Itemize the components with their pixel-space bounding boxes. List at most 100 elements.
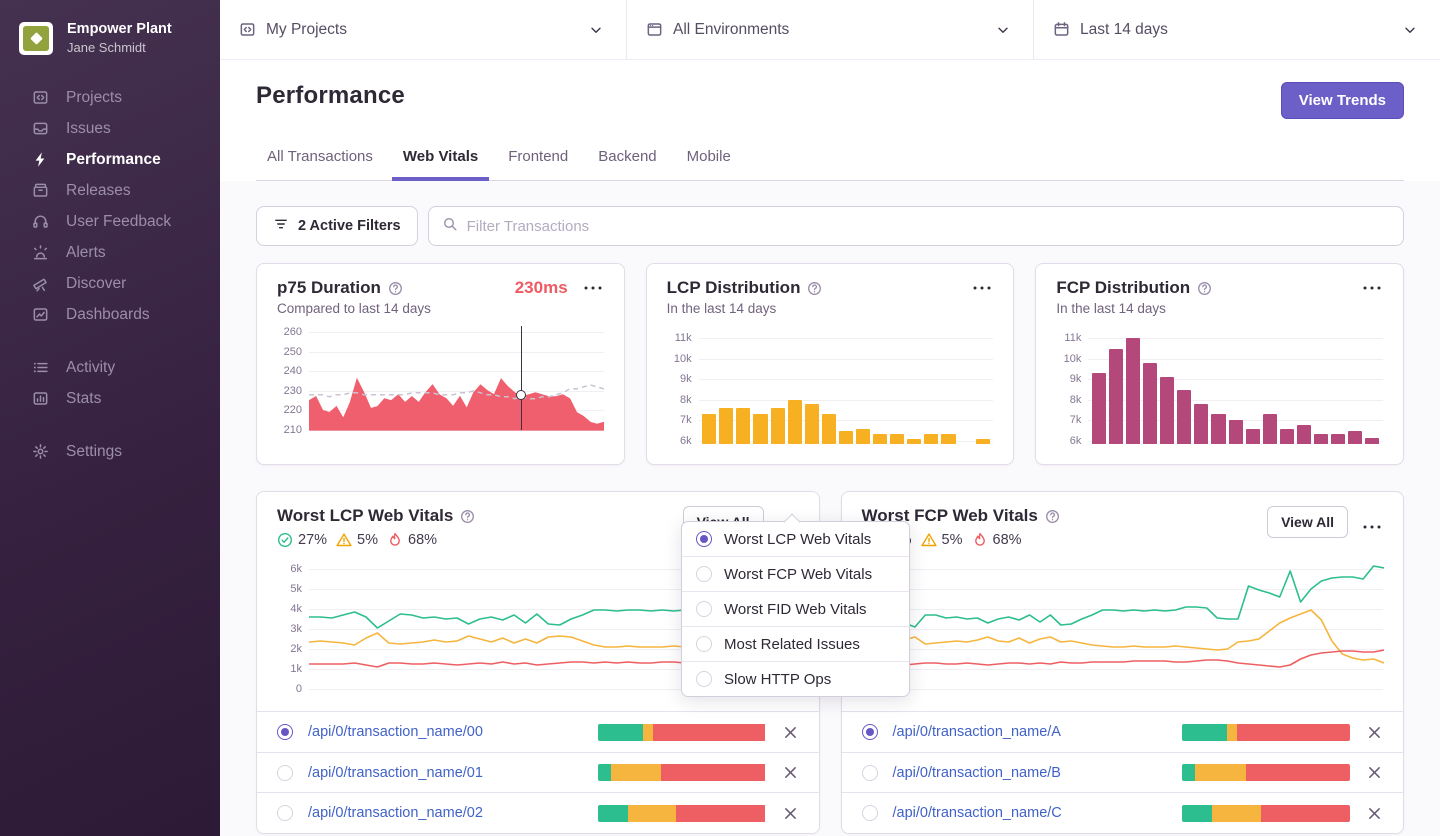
tab-frontend[interactable]: Frontend <box>497 139 579 181</box>
transaction-radio[interactable] <box>861 724 878 741</box>
transaction-link[interactable]: /api/0/transaction_name/02 <box>308 805 483 821</box>
transaction-list: /api/0/transaction_name/A/api/0/transact… <box>841 711 1403 833</box>
close-icon[interactable] <box>1366 764 1383 781</box>
close-icon[interactable] <box>782 764 799 781</box>
fcp-distribution-chart: 11k 10k 9k 8k 7k 6k <box>1056 326 1383 447</box>
radio-button <box>696 531 712 547</box>
axis-tick-label: 2k <box>290 642 302 655</box>
menu-item-worst-lcp-web-vitals[interactable]: Worst LCP Web Vitals <box>682 522 909 556</box>
card-title: FCP Distribution <box>1056 278 1191 297</box>
lcp-distribution-card: LCP Distribution In the last 14 days 11k… <box>645 263 1015 465</box>
transaction-link[interactable]: /api/0/transaction_name/01 <box>308 765 483 781</box>
vitals-breakdown-bar <box>597 723 766 741</box>
date-filter-label: Last 14 days <box>1080 20 1168 38</box>
ellipsis-icon[interactable] <box>582 280 604 296</box>
tab-all-transactions[interactable]: All Transactions <box>256 139 384 181</box>
transaction-link[interactable]: /api/0/transaction_name/A <box>893 724 1061 740</box>
help-icon[interactable] <box>460 509 475 524</box>
transaction-link[interactable]: /api/0/transaction_name/C <box>893 805 1062 821</box>
close-icon[interactable] <box>782 805 799 822</box>
vitals-breakdown-bar <box>1182 764 1350 782</box>
warning-triangle-icon <box>336 532 352 548</box>
project-filter-dropdown[interactable]: My Projects <box>220 0 627 59</box>
vitals-breakdown-bar <box>597 764 766 782</box>
date-filter-dropdown[interactable]: Last 14 days <box>1034 0 1440 59</box>
axis-tick-label: 8k <box>680 393 692 406</box>
vitals-display-menu: Worst LCP Web Vitals Worst FCP Web Vitals… <box>681 521 910 697</box>
axis-tick-label: 0 <box>295 683 302 695</box>
view-all-button[interactable]: View All <box>1267 506 1348 538</box>
calendar-icon <box>1053 21 1070 38</box>
histogram-bar <box>1126 338 1141 444</box>
discover-icon <box>31 275 49 293</box>
transaction-radio[interactable] <box>861 764 878 781</box>
hover-marker-dot <box>516 389 527 400</box>
transaction-radio[interactable] <box>861 805 878 822</box>
projects-icon <box>31 89 49 107</box>
histogram-bar <box>1211 414 1226 444</box>
performance-icon <box>31 151 49 169</box>
transaction-link[interactable]: /api/0/transaction_name/B <box>893 765 1061 781</box>
help-icon[interactable] <box>807 281 822 296</box>
tab-web-vitals[interactable]: Web Vitals <box>391 139 490 181</box>
search-input[interactable] <box>466 217 1390 235</box>
histogram-bar <box>1108 348 1124 444</box>
axis-tick-label: 1k <box>290 662 302 675</box>
menu-item-worst-fid-web-vitals[interactable]: Worst FID Web Vitals <box>682 591 909 626</box>
transaction-radio[interactable] <box>277 805 293 822</box>
ellipsis-icon[interactable] <box>1361 519 1383 535</box>
sidebar-item-user-feedback[interactable]: User Feedback <box>0 206 220 237</box>
tab-mobile[interactable]: Mobile <box>676 139 742 181</box>
help-icon[interactable] <box>1197 281 1212 296</box>
axis-tick-label: 250 <box>283 345 302 358</box>
sidebar-item-dashboards[interactable]: Dashboards <box>0 299 220 330</box>
sidebar-item-releases[interactable]: Releases <box>0 175 220 206</box>
menu-item-most-related-issues[interactable]: Most Related Issues <box>682 626 909 661</box>
environment-filter-dropdown[interactable]: All Environments <box>627 0 1034 59</box>
histogram-bar <box>1348 430 1363 444</box>
histogram-bar <box>736 408 751 444</box>
lcp-distribution-chart: 11k 10k 9k 8k 7k 6k <box>667 326 994 447</box>
transaction-radio[interactable] <box>277 724 293 741</box>
help-icon[interactable] <box>1045 509 1060 524</box>
worst-fcp-chart: 6k5k4k3k2k1k0 <box>862 558 1384 696</box>
close-icon[interactable] <box>1366 724 1383 741</box>
sidebar-item-performance[interactable]: Performance <box>0 144 220 175</box>
menu-item-slow-http-ops[interactable]: Slow HTTP Ops <box>682 661 909 696</box>
axis-tick-label: 9k <box>1069 373 1082 386</box>
dashboards-icon <box>31 306 49 324</box>
ellipsis-icon[interactable] <box>971 280 993 296</box>
help-icon[interactable] <box>388 281 403 296</box>
tab-backend[interactable]: Backend <box>587 139 667 181</box>
worst-fcp-card: Worst FCP Web Vitals 27% 5% 68% <box>840 491 1404 834</box>
axis-tick-label: 220 <box>283 404 302 417</box>
settings-icon <box>31 443 49 461</box>
page-header: Performance View Trends All Transactions… <box>220 60 1440 181</box>
radio-button <box>696 636 712 652</box>
sidebar-item-discover[interactable]: Discover <box>0 268 220 299</box>
sidebar-item-activity[interactable]: Activity <box>0 352 220 383</box>
sidebar-item-stats[interactable]: Stats <box>0 383 220 414</box>
sidebar-item-projects[interactable]: Projects <box>0 82 220 113</box>
histogram-bar <box>1228 420 1243 444</box>
close-icon[interactable] <box>1366 805 1383 822</box>
transaction-radio[interactable] <box>277 764 293 781</box>
ellipsis-icon[interactable] <box>1361 280 1383 296</box>
vitals-breakdown-bar <box>1182 804 1350 822</box>
view-trends-button[interactable]: View Trends <box>1280 82 1404 119</box>
org-name: Empower Plant <box>67 21 172 37</box>
sidebar-nav: Projects Issues Performance Releases User Fe… <box>0 82 220 467</box>
axis-tick-label: 10k <box>1063 352 1082 365</box>
org-switcher[interactable]: Empower Plant Jane Schmidt <box>0 0 220 82</box>
menu-item-worst-fcp-web-vitals[interactable]: Worst FCP Web Vitals <box>682 556 909 591</box>
sidebar-item-alerts[interactable]: Alerts <box>0 237 220 268</box>
close-icon[interactable] <box>782 724 799 741</box>
sidebar-item-issues[interactable]: Issues <box>0 113 220 144</box>
card-subtitle: In the last 14 days <box>666 301 777 316</box>
transaction-link[interactable]: /api/0/transaction_name/00 <box>308 724 483 740</box>
axis-tick-label: 5k <box>290 582 302 595</box>
chevron-down-icon <box>995 22 1011 38</box>
sidebar-item-settings[interactable]: Settings <box>0 436 220 467</box>
active-filters-button[interactable]: 2 Active Filters <box>256 206 418 246</box>
environment-icon <box>646 21 663 38</box>
